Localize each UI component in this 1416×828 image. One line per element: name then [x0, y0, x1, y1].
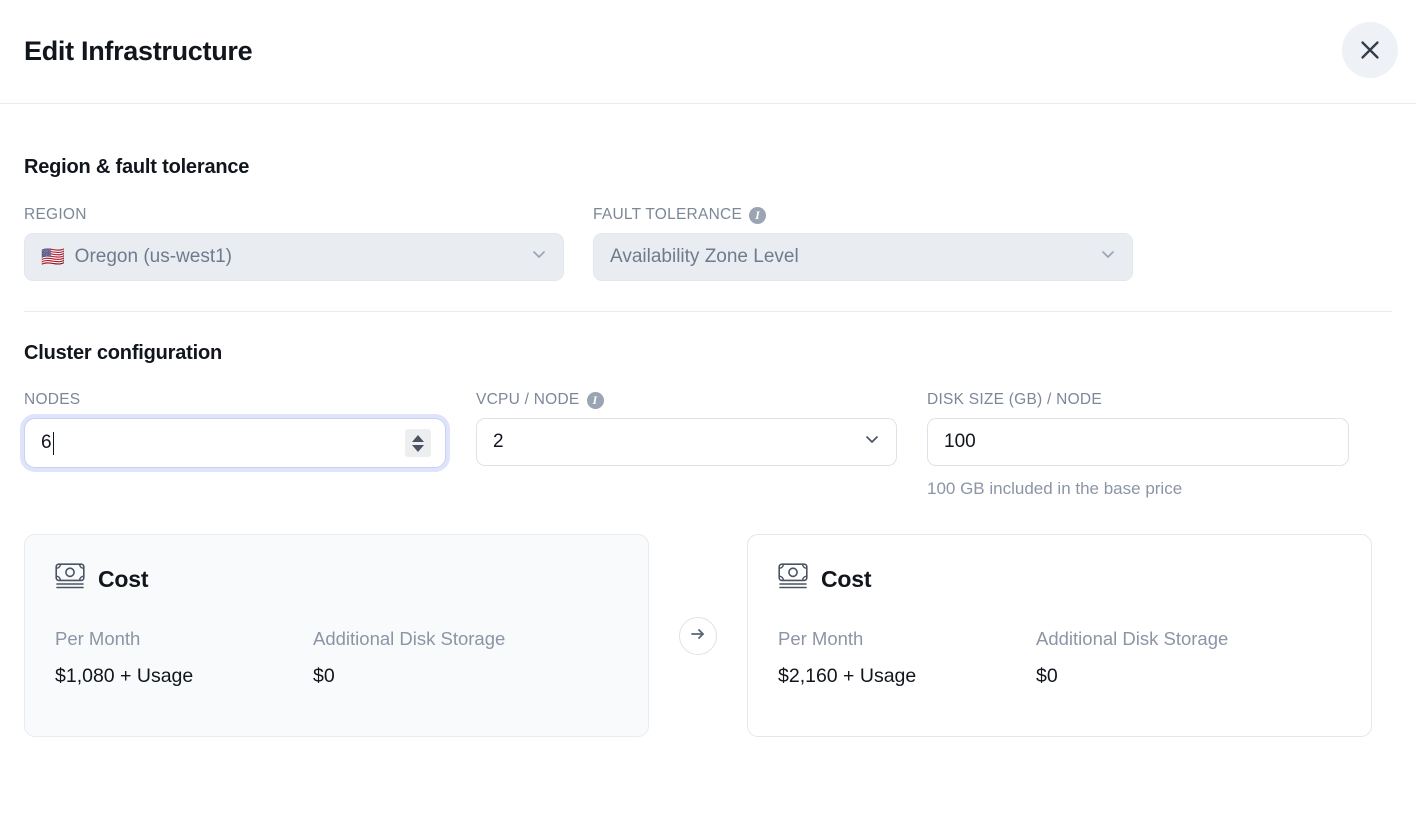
- disk-size-helper-text: 100 GB included in the base price: [927, 479, 1349, 499]
- modal-header: Edit Infrastructure: [0, 0, 1416, 104]
- cost-card-title: Cost: [821, 566, 871, 593]
- fault-tolerance-field: FAULT TOLERANCE i Availability Zone Leve…: [593, 206, 1133, 281]
- cost-card-header: Cost: [778, 563, 1341, 596]
- disk-size-label: DISK SIZE (GB) / NODE: [927, 391, 1349, 409]
- vcpu-field: vCPU / NODE i 2: [476, 391, 897, 499]
- cluster-row: NODES 6 vCPU / NODE i: [24, 391, 1392, 499]
- modal-body: Region & fault tolerance REGION 🇺🇸 Orego…: [0, 104, 1416, 737]
- us-flag-icon: 🇺🇸: [41, 248, 65, 267]
- vcpu-label-text: vCPU / NODE: [476, 391, 580, 409]
- page-title: Edit Infrastructure: [24, 36, 252, 67]
- text-caret: [53, 432, 55, 455]
- region-row: REGION 🇺🇸 Oregon (us-west1): [24, 206, 1392, 281]
- close-button[interactable]: [1342, 22, 1398, 78]
- cost-card-header: Cost: [55, 563, 618, 596]
- cluster-section-title: Cluster configuration: [24, 342, 1392, 365]
- arrow-right-icon: [688, 624, 708, 647]
- money-icon: [55, 563, 85, 596]
- number-spinner-icon[interactable]: [405, 429, 431, 457]
- vcpu-select[interactable]: 2: [476, 418, 897, 466]
- metric-label: Additional Disk Storage: [1036, 628, 1228, 650]
- fault-tolerance-label: FAULT TOLERANCE i: [593, 206, 1133, 224]
- info-icon[interactable]: i: [587, 392, 604, 409]
- cluster-section: Cluster configuration NODES 6: [24, 312, 1392, 499]
- chevron-down-icon: [1098, 244, 1118, 270]
- spinner-down-icon[interactable]: [412, 445, 424, 452]
- region-field: REGION 🇺🇸 Oregon (us-west1): [24, 206, 564, 281]
- nodes-label: NODES: [24, 391, 446, 409]
- cost-card-title: Cost: [98, 566, 148, 593]
- fault-tolerance-select-value: Availability Zone Level: [610, 246, 1098, 268]
- metric-additional-disk-storage: Additional Disk Storage $0: [1036, 628, 1228, 688]
- metric-label: Per Month: [778, 628, 1036, 650]
- close-icon: [1357, 37, 1383, 63]
- metric-value: $0: [313, 665, 505, 688]
- cost-card-current: Cost Per Month $1,080 + Usage Additional…: [24, 534, 649, 737]
- region-section-title: Region & fault tolerance: [24, 156, 1392, 179]
- spinner-up-icon[interactable]: [412, 435, 424, 442]
- vcpu-label: vCPU / NODE i: [476, 391, 897, 409]
- metric-label: Additional Disk Storage: [313, 628, 505, 650]
- metric-value: $0: [1036, 665, 1228, 688]
- region-select[interactable]: 🇺🇸 Oregon (us-west1): [24, 233, 564, 281]
- disk-size-label-text: DISK SIZE (GB) / NODE: [927, 391, 1102, 409]
- vcpu-select-value: 2: [493, 431, 862, 453]
- region-section: Region & fault tolerance REGION 🇺🇸 Orego…: [24, 104, 1392, 312]
- nodes-label-text: NODES: [24, 391, 80, 409]
- region-select-value: Oregon (us-west1): [75, 246, 232, 268]
- fault-tolerance-label-text: FAULT TOLERANCE: [593, 206, 742, 224]
- cost-arrow-wrap: [649, 617, 747, 655]
- money-icon: [778, 563, 808, 596]
- nodes-input-value: 6: [41, 432, 52, 454]
- metric-label: Per Month: [55, 628, 313, 650]
- chevron-down-icon: [862, 429, 882, 455]
- fault-tolerance-select[interactable]: Availability Zone Level: [593, 233, 1133, 281]
- disk-size-input[interactable]: [927, 418, 1349, 466]
- chevron-down-icon: [529, 244, 549, 270]
- metric-value: $2,160 + Usage: [778, 665, 1036, 688]
- metric-value: $1,080 + Usage: [55, 665, 313, 688]
- nodes-input[interactable]: 6: [24, 418, 446, 468]
- cost-comparison: Cost Per Month $1,080 + Usage Additional…: [24, 534, 1392, 737]
- metric-additional-disk-storage: Additional Disk Storage $0: [313, 628, 505, 688]
- cost-card-metrics: Per Month $1,080 + Usage Additional Disk…: [55, 628, 618, 688]
- metric-per-month: Per Month $1,080 + Usage: [55, 628, 313, 688]
- region-label: REGION: [24, 206, 564, 224]
- metric-per-month: Per Month $2,160 + Usage: [778, 628, 1036, 688]
- disk-size-field: DISK SIZE (GB) / NODE 100 GB included in…: [927, 391, 1349, 499]
- arrow-right-button[interactable]: [679, 617, 717, 655]
- cost-card-metrics: Per Month $2,160 + Usage Additional Disk…: [778, 628, 1341, 688]
- cost-card-updated: Cost Per Month $2,160 + Usage Additional…: [747, 534, 1372, 737]
- info-icon[interactable]: i: [749, 207, 766, 224]
- nodes-field: NODES 6: [24, 391, 446, 499]
- region-label-text: REGION: [24, 206, 87, 224]
